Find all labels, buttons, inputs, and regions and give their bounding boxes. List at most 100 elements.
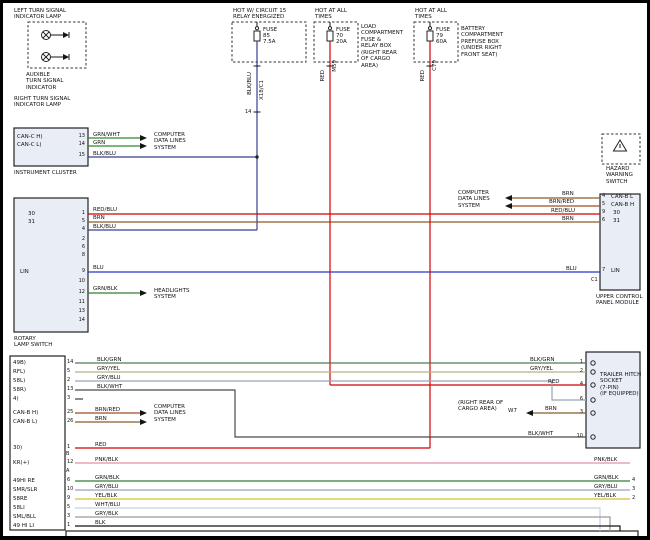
lm-terminal-30: 30) — [13, 445, 22, 451]
wire-label-grn-blk-left: GRN/BLK — [95, 475, 120, 481]
wire-label-grn: GRN — [93, 140, 105, 146]
wire-label-blk-blu-vertical: BLK/BLU — [247, 72, 253, 95]
ic-pin-14: 14 — [75, 142, 85, 148]
wire-label-brn-red-left: BRN/RED — [95, 407, 120, 413]
lm-pin-2: 2 — [67, 378, 70, 384]
wire-red-fuse70 — [330, 41, 586, 385]
fuse-70-header: HOT AT ALL TIMES — [315, 8, 347, 21]
fuse-79-rating: 60A — [436, 39, 447, 45]
ucp-computer-data-lines-text: COMPUTER DATA LINES SYSTEM — [458, 190, 490, 209]
lm-pin-1: 1 — [67, 445, 70, 451]
ucp-terminal-can-b-h: CAN-B H — [611, 202, 634, 208]
hazard-warning-switch-symbol — [602, 134, 640, 164]
wire-label-red-blu: RED/BLU — [93, 207, 117, 213]
rotary-pin-14: 14 — [75, 318, 85, 324]
wire-label-red-vertical-f79: RED — [420, 70, 426, 82]
lm-terminal-58re: 58RE — [13, 496, 27, 502]
wire-label-blk-wht-right: BLK/WHT — [528, 431, 553, 437]
wire-label-brn-left: BRN — [95, 416, 107, 422]
rotary-terminal-31: 31 — [28, 219, 35, 225]
ucp-terminal-30: 30 — [613, 210, 620, 216]
wire-label-grn-wht: GRN/WHT — [93, 132, 120, 138]
connector-tag-m59: M59 — [332, 60, 338, 72]
instrument-cluster-label: INSTRUMENT CLUSTER — [14, 170, 77, 176]
lm-terminal-4: 4) — [13, 396, 19, 402]
ucp-terminal-can-b-l: CAN-B L — [611, 194, 633, 200]
audible-turn-signal-label: AUDIBLE TURN SIGNAL INDICATOR — [26, 72, 63, 91]
rotary-pin-13: 13 — [75, 309, 85, 315]
ic-pin-13: 13 — [75, 134, 85, 140]
fuse-85-rating: 7.5A — [263, 39, 276, 45]
lm-pin-13: 13 — [67, 387, 73, 393]
right-pin-2: 2 — [632, 496, 635, 502]
ucp-pin-7: 7 — [602, 268, 605, 274]
left-turn-signal-label: LEFT TURN SIGNAL INDICATOR LAMP — [14, 8, 66, 21]
lm-pin-26: 26 — [67, 419, 73, 425]
upper-control-panel-module-label: UPPER CONTROL PANEL MODULE — [596, 294, 643, 307]
wire-label-grn-blk-right: GRN/BLK — [594, 475, 619, 481]
lm-pin-14: 14 — [67, 360, 73, 366]
wire-label-gry-blk-left: GRY/BLK — [95, 511, 118, 517]
lm-pin-5a: 5 — [67, 505, 70, 511]
wire-gry-blk — [75, 517, 610, 531]
lm-computer-data-lines-text: COMPUTER DATA LINES SYSTEM — [154, 404, 186, 423]
wire-label-red-left: RED — [95, 442, 107, 448]
connector-pin-14: 14 — [245, 110, 251, 116]
lm-connector-b: B — [66, 452, 69, 458]
wire-label-brn-31-ucp: BRN — [562, 216, 574, 222]
lm-pin-9: 9 — [67, 496, 70, 502]
socket-pin-10: 10 — [572, 434, 583, 440]
lm-terminal-58r: 58R) — [13, 387, 26, 393]
lm-connector-a: A — [66, 469, 69, 475]
rotary-terminal-lin: LIN — [20, 269, 29, 275]
fuse-70-note: LOAD COMPARTMENT FUSE & RELAY BOX (RIGHT… — [361, 24, 403, 69]
wire-label-red-vertical-f70: RED — [320, 70, 326, 82]
connector-tag-x18c1: X18/C1 — [259, 80, 265, 100]
lm-pin-3: 3 — [67, 396, 70, 402]
wire-label-brn-ucp: BRN — [562, 191, 574, 197]
hazard-warning-switch-label: HAZARD WARNING SWITCH — [606, 166, 633, 185]
lm-terminal-58li: 58LI — [13, 505, 25, 511]
lm-terminal-58l: 58L) — [13, 378, 25, 384]
lm-terminal-can-b-l: CAN-B L) — [13, 419, 37, 425]
rotary-pin-12: 12 — [75, 290, 85, 296]
socket-pin-4: 4 — [572, 382, 583, 388]
wire-label-blk-wht-left: BLK/WHT — [97, 384, 122, 390]
right-turn-signal-label: RIGHT TURN SIGNAL INDICATOR LAMP — [14, 96, 70, 109]
trailer-hitch-socket-label: TRAILER HITCH SOCKET (7-PIN) (IF EQUIPPE… — [600, 372, 641, 398]
ucp-pin-4: 4 — [602, 194, 605, 200]
rotary-pin-9: 9 — [75, 269, 85, 275]
lm-terminal-can-b-h: CAN-B H) — [13, 410, 38, 416]
wire-red-fuse79 — [75, 41, 430, 448]
rotary-terminal-30: 30 — [28, 211, 35, 217]
wire-label-yel-blk-left: YEL/BLK — [95, 493, 117, 499]
lm-terminal-49-hi-li: 49 HI LI — [13, 523, 34, 529]
fuse-70-rating: 20A — [336, 39, 347, 45]
socket-pin-6: 6 — [572, 397, 583, 403]
rotary-pin-11: 11 — [75, 300, 85, 306]
wire-label-grn-blk: GRN/BLK — [93, 286, 118, 292]
lm-pin-25: 25 — [67, 410, 73, 416]
headlights-system-text: HEADLIGHTS SYSTEM — [154, 288, 190, 301]
rotary-pin-1: 1 — [75, 211, 85, 217]
lm-pin-1a: 1 — [67, 523, 70, 529]
rotary-lamp-switch-label: ROTARY LAMP SWITCH — [14, 336, 52, 349]
rotary-pin-2: 2 — [75, 237, 85, 243]
fuse-85-header: HOT W/ CIRCUIT 15 RELAY ENERGIZED — [233, 8, 286, 21]
lm-terminal-49b: 49B) — [13, 360, 26, 366]
wire-label-gry-yel-left: GRY/YEL — [97, 366, 120, 372]
ground-location-note: (RIGHT REAR OF CARGO AREA) — [458, 400, 503, 413]
lm-terminal-sml-bll: SML/BLL — [13, 514, 36, 520]
wire-label-gry-blu-left: GRY/BLU — [97, 375, 121, 381]
wire-label-pnk-blk-left: PNK/BLK — [95, 457, 118, 463]
lm-pin-3a: 3 — [67, 514, 70, 520]
ucp-terminal-31: 31 — [613, 218, 620, 224]
wire-label-red-blu-ucp: RED/BLU — [551, 208, 575, 214]
wire-label-gry-yel-right: GRY/YEL — [530, 366, 553, 372]
wire-label-blk-blu: BLK/BLU — [93, 151, 116, 157]
ucp-pin-6: 6 — [602, 218, 605, 224]
ic-pin-15: 15 — [75, 153, 85, 159]
lm-pin-12: 12 — [67, 460, 73, 466]
socket-pin-2: 2 — [572, 369, 583, 375]
right-pin-4: 4 — [632, 478, 635, 484]
